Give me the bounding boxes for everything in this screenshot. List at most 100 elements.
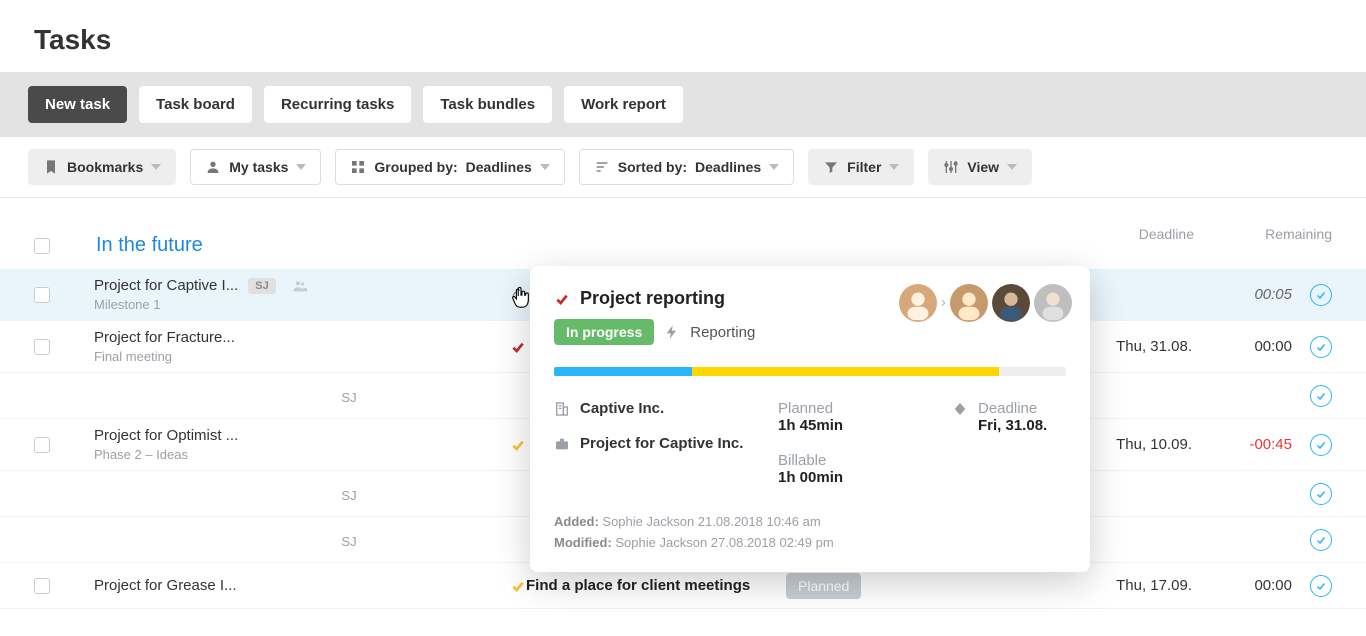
company-name: Captive Inc.	[580, 400, 664, 417]
view-label: View	[967, 159, 999, 175]
grouped-by-label: Grouped by:	[374, 159, 457, 175]
avatar[interactable]	[899, 284, 937, 322]
progress-bar	[554, 367, 1066, 376]
project-title: Project for Grease I...	[94, 577, 504, 594]
new-task-button[interactable]: New task	[28, 86, 127, 123]
status-pill: In progress	[554, 319, 654, 345]
filter-icon	[823, 159, 839, 175]
sorted-by-label: Sorted by:	[618, 159, 687, 175]
sliders-icon	[943, 159, 959, 175]
project-sub: Milestone 1	[94, 297, 504, 312]
complete-button[interactable]	[1310, 336, 1332, 358]
column-headers: Deadline Remaining	[1084, 226, 1332, 242]
page-title: Tasks	[0, 0, 1366, 72]
user-initials: SJ	[194, 534, 504, 549]
user-initials: SJ	[194, 488, 504, 503]
complete-button[interactable]	[1310, 483, 1332, 505]
row-checkbox[interactable]	[34, 339, 50, 355]
group-header: In the future	[0, 216, 1366, 269]
work-report-button[interactable]: Work report	[564, 86, 683, 123]
check-icon	[510, 339, 526, 355]
chevron-down-icon	[1007, 164, 1017, 170]
chevron-right-icon: ›	[941, 294, 946, 312]
people-icon	[290, 278, 310, 294]
deadline-header: Deadline	[1084, 226, 1194, 242]
row-checkbox[interactable]	[34, 578, 50, 594]
complete-button[interactable]	[1310, 529, 1332, 551]
user-initials: SJ	[194, 390, 504, 405]
project-sub: Final meeting	[94, 349, 504, 364]
select-all-checkbox[interactable]	[34, 238, 50, 254]
progress-segment-blue	[554, 367, 692, 376]
planned-label: Planned	[778, 400, 833, 417]
project-title: Project for Captive I...	[94, 277, 238, 294]
row-checkbox[interactable]	[34, 437, 50, 453]
category-label: Reporting	[690, 324, 755, 341]
chevron-down-icon	[296, 164, 306, 170]
deadline-cell: Thu, 17.09.	[1072, 577, 1192, 594]
row-checkbox[interactable]	[34, 287, 50, 303]
sorted-by-dropdown[interactable]: Sorted by: Deadlines	[579, 149, 794, 185]
cursor-icon	[510, 285, 532, 317]
diamond-icon	[952, 401, 968, 417]
remaining-cell: -00:45	[1192, 436, 1292, 453]
complete-button[interactable]	[1310, 385, 1332, 407]
avatar[interactable]	[992, 284, 1030, 322]
filter-bar: Bookmarks My tasks Grouped by: Deadlines…	[0, 137, 1366, 198]
deadline-value: Fri, 31.08.	[978, 417, 1047, 434]
added-value: Sophie Jackson 21.08.2018 10:46 am	[602, 514, 820, 529]
remaining-cell: 00:00	[1192, 577, 1292, 594]
person-icon	[205, 159, 221, 175]
my-tasks-label: My tasks	[229, 159, 288, 175]
check-icon	[510, 437, 526, 453]
planned-badge: Planned	[786, 573, 861, 599]
briefcase-icon	[554, 436, 570, 452]
check-icon	[510, 578, 526, 594]
nav-bar: New task Task board Recurring tasks Task…	[0, 72, 1366, 137]
billable-label: Billable	[778, 452, 826, 469]
progress-segment-yellow	[692, 367, 999, 376]
project-name: Project for Captive Inc.	[580, 435, 743, 452]
planned-value: 1h 45min	[778, 417, 843, 434]
complete-button[interactable]	[1310, 284, 1332, 306]
filter-label: Filter	[847, 159, 881, 175]
project-title: Project for Optimist ...	[94, 427, 504, 444]
check-icon	[554, 291, 570, 307]
avatar[interactable]	[950, 284, 988, 322]
avatar-row: ›	[899, 284, 1072, 322]
group-title[interactable]: In the future	[96, 234, 203, 257]
bookmark-icon	[43, 159, 59, 175]
added-label: Added:	[554, 514, 599, 529]
chevron-down-icon	[889, 164, 899, 170]
avatar[interactable]	[1034, 284, 1072, 322]
meta-info: Added: Sophie Jackson 21.08.2018 10:46 a…	[554, 512, 1066, 554]
sorted-by-value: Deadlines	[695, 159, 761, 175]
remaining-cell: 00:05	[1192, 286, 1292, 303]
task-bundles-button[interactable]: Task bundles	[423, 86, 552, 123]
lightning-icon	[664, 324, 680, 340]
task-detail-panel: Project reporting In progress Reporting …	[530, 266, 1090, 572]
panel-title: Project reporting	[580, 288, 725, 309]
project-title: Project for Fracture...	[94, 329, 504, 346]
grouped-by-value: Deadlines	[466, 159, 532, 175]
billable-value: 1h 00min	[778, 469, 843, 486]
project-sub: Phase 2 – Ideas	[94, 447, 504, 462]
view-dropdown[interactable]: View	[928, 149, 1032, 185]
sort-icon	[594, 159, 610, 175]
my-tasks-dropdown[interactable]: My tasks	[190, 149, 321, 185]
recurring-tasks-button[interactable]: Recurring tasks	[264, 86, 411, 123]
complete-button[interactable]	[1310, 434, 1332, 456]
task-name: Find a place for client meetings	[526, 577, 786, 594]
deadline-cell: Thu, 10.09.	[1072, 436, 1192, 453]
deadline-cell: Thu, 31.08.	[1072, 338, 1192, 355]
chevron-down-icon	[540, 164, 550, 170]
grouped-by-dropdown[interactable]: Grouped by: Deadlines	[335, 149, 564, 185]
complete-button[interactable]	[1310, 575, 1332, 597]
filter-dropdown[interactable]: Filter	[808, 149, 914, 185]
bookmarks-dropdown[interactable]: Bookmarks	[28, 149, 176, 185]
task-board-button[interactable]: Task board	[139, 86, 252, 123]
modified-label: Modified:	[554, 535, 612, 550]
modified-value: Sophie Jackson 27.08.2018 02:49 pm	[615, 535, 833, 550]
grid-icon	[350, 159, 366, 175]
deadline-label: Deadline	[978, 400, 1037, 417]
